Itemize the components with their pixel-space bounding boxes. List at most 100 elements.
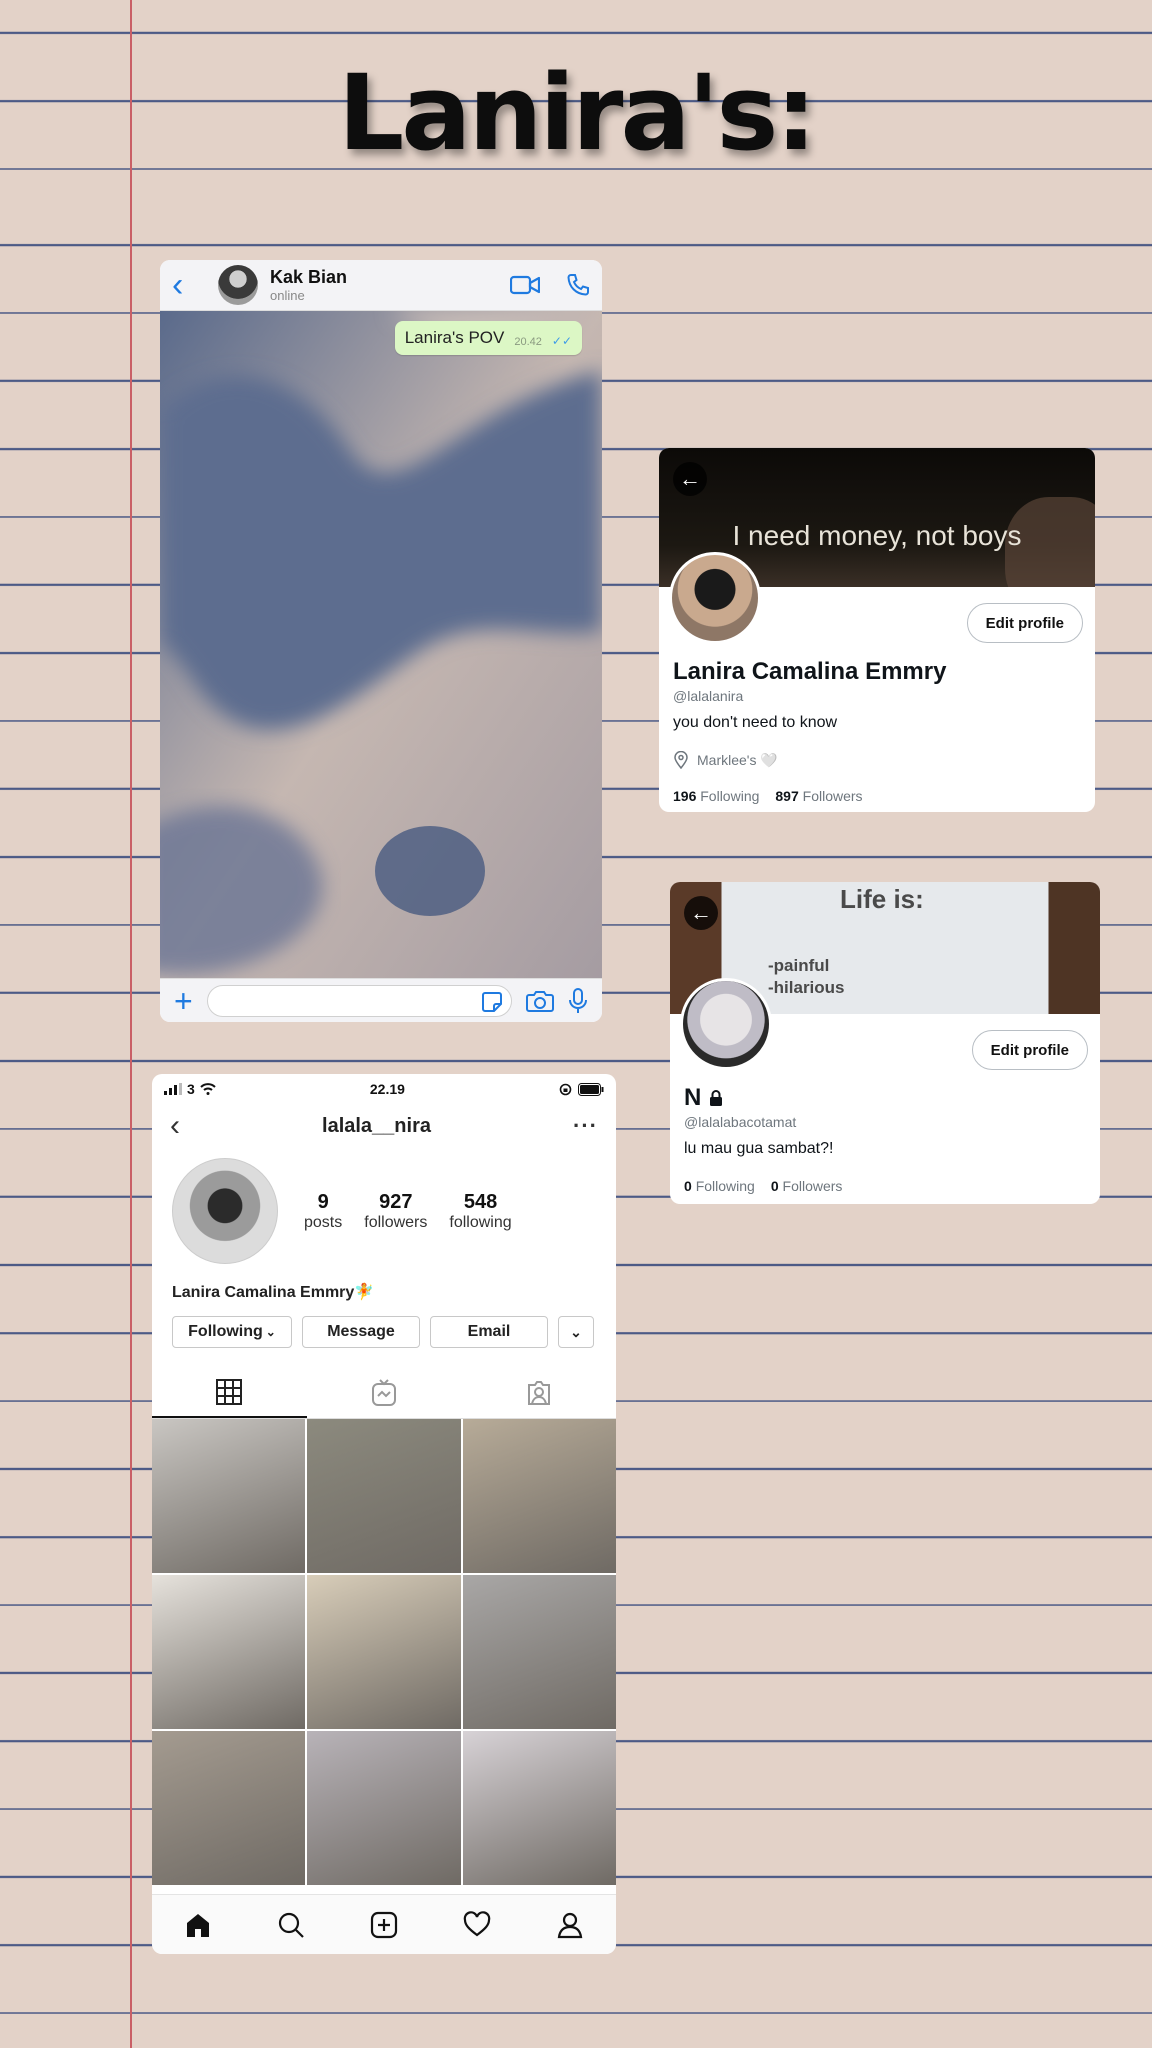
instagram-profile: 3 22.19 ‹ lalala__nira ··· 9 posts 927 f… xyxy=(152,1074,616,1954)
phone-call-icon[interactable] xyxy=(566,273,590,297)
rotation-lock-icon xyxy=(559,1083,572,1095)
grid-icon xyxy=(216,1379,243,1405)
video-call-icon[interactable] xyxy=(510,274,540,296)
wifi-icon xyxy=(200,1083,216,1095)
tab-igtv[interactable] xyxy=(307,1368,462,1418)
followers-stat[interactable]: 897 Followers xyxy=(775,788,862,804)
wave-wallpaper xyxy=(160,311,602,978)
post-thumbnail[interactable] xyxy=(152,1575,306,1729)
profile-bio: lu mau gua sambat?! xyxy=(684,1140,834,1157)
banner-title: Life is: xyxy=(840,884,924,914)
profile-actions: Following ⌄ Message Email ⌄ xyxy=(152,1302,616,1348)
followers-label: Followers xyxy=(802,788,863,804)
post-thumbnail[interactable] xyxy=(307,1419,461,1573)
search-icon[interactable] xyxy=(277,1911,305,1939)
profile-full-name: Lanira Camalina Emmry🧚 xyxy=(172,1284,375,1301)
location-pin-icon xyxy=(674,751,688,769)
banner-text: I need money, not boys xyxy=(732,520,1022,551)
posts-label: posts xyxy=(304,1213,343,1231)
profile-top-bar: ‹ lalala__nira ··· xyxy=(152,1104,616,1148)
home-icon[interactable] xyxy=(184,1911,212,1939)
heart-icon[interactable] xyxy=(463,1910,491,1939)
attach-plus-icon[interactable]: + xyxy=(174,985,193,1017)
status-time: 22.19 xyxy=(369,1081,405,1097)
profile-icon[interactable] xyxy=(556,1911,584,1939)
chevron-down-icon: ⌄ xyxy=(265,1325,276,1339)
back-chevron-icon[interactable]: ‹ xyxy=(170,1109,180,1143)
profile-location: Marklee's 🤍 xyxy=(673,751,778,769)
bottom-nav xyxy=(152,1894,616,1954)
posts-grid xyxy=(152,1419,616,1885)
following-label: Following xyxy=(700,788,760,804)
microphone-icon[interactable] xyxy=(568,987,588,1015)
email-button[interactable]: Email xyxy=(430,1316,548,1348)
chat-wallpaper: Lanira's POV 20.42 ✓✓ xyxy=(160,311,602,978)
tab-tagged[interactable] xyxy=(461,1368,616,1418)
carrier-label: 3 xyxy=(187,1081,195,1097)
post-thumbnail[interactable] xyxy=(152,1419,306,1573)
following-count[interactable]: 548 following xyxy=(449,1191,511,1232)
signal-icon xyxy=(164,1083,182,1095)
edit-profile-button[interactable]: Edit profile xyxy=(971,1030,1088,1070)
edit-profile-button[interactable]: Edit profile xyxy=(966,603,1083,643)
camera-icon[interactable] xyxy=(526,989,554,1013)
post-thumbnail[interactable] xyxy=(307,1575,461,1729)
followers-count: 0 xyxy=(770,1178,779,1194)
message-bubble[interactable]: Lanira's POV 20.42 ✓✓ xyxy=(394,321,582,355)
followers-label: Followers xyxy=(782,1178,843,1194)
display-name: Lanira Camalina Emmry xyxy=(673,658,947,685)
back-arrow-icon[interactable]: ← xyxy=(684,896,718,930)
following-stat[interactable]: 196 Following xyxy=(673,788,759,804)
chat-screen: ‹ Kak Bian online Lanira's POV 20.42 ✓✓ … xyxy=(160,260,602,1022)
contact-info[interactable]: Kak Bian online xyxy=(270,267,347,303)
tab-grid[interactable] xyxy=(152,1368,307,1418)
lock-icon xyxy=(710,1090,723,1106)
post-thumbnail[interactable] xyxy=(462,1575,616,1729)
tagged-user-icon xyxy=(527,1381,550,1405)
post-thumbnail[interactable] xyxy=(152,1731,306,1885)
profile-username: lalala__nira xyxy=(322,1114,431,1137)
post-thumbnail[interactable] xyxy=(462,1419,616,1573)
post-thumbnail[interactable] xyxy=(307,1731,461,1885)
following-count: 0 xyxy=(684,1178,692,1194)
following-button[interactable]: Following ⌄ xyxy=(172,1316,292,1348)
battery-icon xyxy=(578,1082,604,1096)
chat-input-bar: + xyxy=(160,978,602,1022)
message-button[interactable]: Message xyxy=(302,1316,420,1348)
contact-avatar[interactable] xyxy=(218,265,258,305)
message-time: 20.42 xyxy=(514,336,542,348)
twitter-profile-main: ← I need money, not boys Edit profile La… xyxy=(659,448,1095,812)
following-stat[interactable]: 0 Following xyxy=(684,1178,755,1194)
following-button-label: Following xyxy=(188,1323,263,1340)
post-thumbnail[interactable] xyxy=(462,1731,616,1885)
followers-count: 897 xyxy=(775,788,799,804)
read-ticks-icon: ✓✓ xyxy=(551,334,572,348)
back-arrow-icon[interactable]: ← xyxy=(673,462,707,496)
status-bar: 3 22.19 xyxy=(152,1074,616,1104)
chat-header: ‹ Kak Bian online xyxy=(160,260,602,311)
profile-summary: 9 posts 927 followers 548 following xyxy=(152,1148,616,1264)
suggested-chevron-icon[interactable]: ⌄ xyxy=(558,1316,594,1348)
user-handle: @lalalabacotamat xyxy=(684,1114,797,1130)
message-text: Lanira's POV xyxy=(404,328,505,347)
page-title: Lanira's: xyxy=(338,52,817,174)
back-chevron-icon[interactable]: ‹ xyxy=(172,266,212,305)
contact-name: Kak Bian xyxy=(270,267,348,287)
followers-count[interactable]: 927 followers xyxy=(364,1191,427,1232)
new-post-icon[interactable] xyxy=(370,1911,398,1939)
followers-label: followers xyxy=(364,1213,428,1231)
message-input[interactable] xyxy=(206,984,512,1017)
followers-stat[interactable]: 0 Followers xyxy=(771,1178,843,1194)
following-number: 548 xyxy=(463,1190,498,1213)
following-label: Following xyxy=(695,1178,755,1194)
profile-avatar[interactable] xyxy=(172,1158,278,1264)
following-label: following xyxy=(449,1213,512,1231)
contact-status: online xyxy=(270,288,305,303)
more-options-icon[interactable]: ··· xyxy=(573,1113,598,1139)
following-count: 196 xyxy=(673,788,697,804)
profile-avatar[interactable] xyxy=(680,978,772,1070)
display-name-row: N xyxy=(684,1084,725,1112)
posts-count[interactable]: 9 posts xyxy=(304,1191,342,1232)
profile-avatar[interactable] xyxy=(669,552,761,644)
sticker-icon[interactable] xyxy=(481,991,503,1013)
